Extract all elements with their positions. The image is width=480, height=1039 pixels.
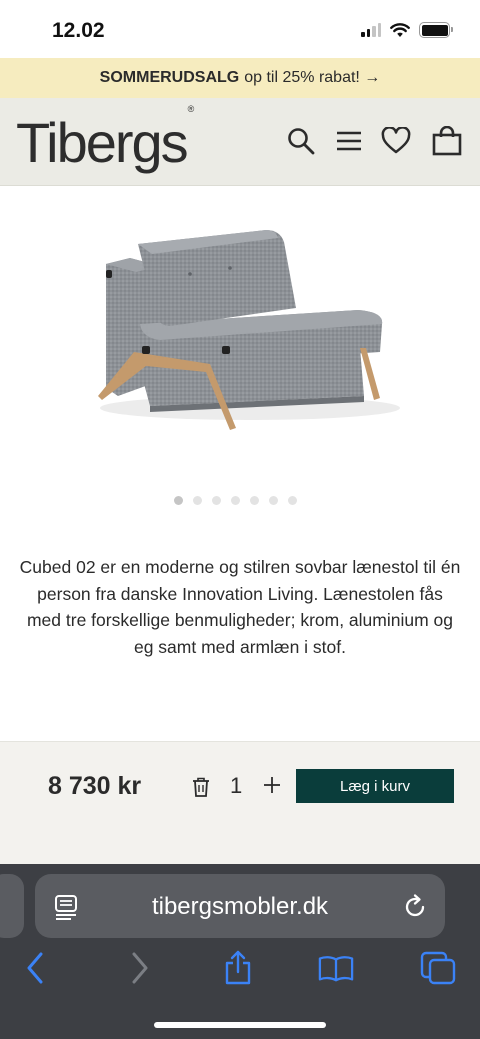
gallery-dot[interactable] — [288, 496, 297, 505]
plus-icon[interactable] — [262, 775, 282, 795]
address-bar[interactable]: tibergsmobler.dk — [35, 874, 445, 938]
gallery-dot[interactable] — [174, 496, 183, 505]
gallery-dot[interactable] — [212, 496, 221, 505]
logo-text: Tibergs — [16, 111, 189, 174]
status-icons — [361, 22, 453, 38]
price: 8 730 kr — [48, 772, 142, 800]
status-bar: 12.02 — [0, 0, 480, 58]
back-icon[interactable] — [17, 950, 53, 986]
product-description: Cubed 02 er en moderne og stilren sovbar… — [19, 557, 461, 657]
wifi-icon — [390, 22, 410, 37]
promo-bold-text: SOMMERUDSALG — [99, 69, 240, 86]
trash-icon[interactable] — [190, 775, 212, 799]
share-icon[interactable] — [220, 950, 256, 986]
menu-icon[interactable] — [332, 124, 366, 158]
quantity-value[interactable]: 1 — [230, 773, 242, 799]
reload-icon[interactable] — [401, 893, 429, 921]
buy-bar: 8 730 kr 1 Læg i kurv — [0, 741, 480, 864]
gallery-dot[interactable] — [269, 496, 278, 505]
forward-icon[interactable] — [122, 950, 158, 986]
promo-text: op til 25% rabat! → — [244, 69, 381, 86]
url-text: tibergsmobler.dk — [151, 893, 329, 920]
status-time: 12.02 — [52, 19, 105, 42]
shopping-bag-icon[interactable] — [430, 124, 464, 158]
promo-banner[interactable]: SOMMERUDSALG op til 25% rabat! → — [0, 58, 480, 98]
gallery-dot[interactable] — [231, 496, 240, 505]
safari-toolbar: tibergsmobler.dk — [0, 864, 480, 1039]
bookmarks-icon[interactable] — [318, 950, 354, 986]
home-indicator — [154, 1022, 326, 1028]
registered-mark: ® — [187, 104, 195, 115]
add-to-cart-button[interactable]: Læg i kurv — [296, 769, 454, 803]
search-icon[interactable] — [284, 124, 318, 158]
cellular-signal-icon — [361, 23, 381, 37]
gallery-dot[interactable] — [250, 496, 259, 505]
site-header: Tibergs® — [0, 98, 480, 186]
tabs-icon[interactable] — [420, 950, 456, 986]
heart-icon[interactable] — [379, 124, 413, 158]
gallery-dot[interactable] — [193, 496, 202, 505]
gallery-pagination — [174, 496, 297, 505]
battery-icon — [419, 22, 453, 38]
previous-tab-preview[interactable] — [0, 874, 24, 938]
tibergs-logo[interactable]: Tibergs® — [16, 104, 194, 175]
product-image[interactable] — [90, 200, 400, 450]
